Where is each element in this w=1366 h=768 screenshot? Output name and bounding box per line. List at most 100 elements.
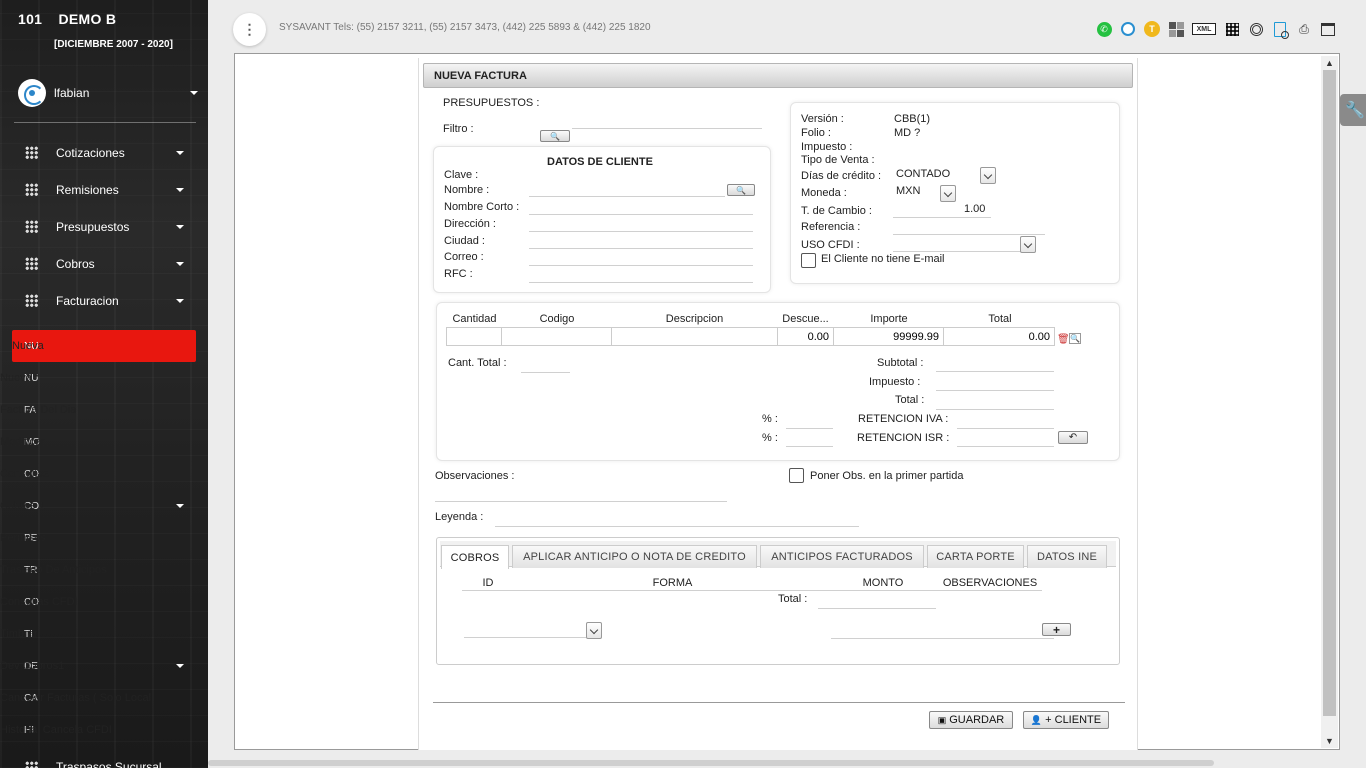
moneda-select[interactable]: MXN — [893, 184, 941, 200]
sidebar-item-presupuestos[interactable]: Presupuestos — [0, 208, 208, 245]
chevron-down-icon[interactable] — [940, 185, 956, 202]
observaciones-input[interactable] — [435, 501, 727, 502]
filtro-search-button[interactable]: 🔍 — [540, 130, 570, 142]
qr-icon[interactable] — [1220, 19, 1244, 39]
nombre-corto-input[interactable] — [529, 214, 753, 215]
impuesto-value — [936, 390, 1054, 391]
no-email-checkbox[interactable] — [801, 253, 816, 268]
version-label: Versión : — [801, 113, 844, 125]
add-cobro-button[interactable]: + — [1042, 623, 1071, 637]
direccion-input[interactable] — [529, 231, 753, 232]
horizontal-scrollbar[interactable] — [208, 760, 1214, 766]
guardar-label: GUARDAR — [949, 714, 1005, 726]
sidebar-item-cobros[interactable]: Cobros — [0, 245, 208, 282]
submenu-item-permisos[interactable]: PE Permisos — [0, 522, 208, 554]
rfc-input[interactable] — [529, 282, 753, 283]
referencia-input[interactable] — [893, 234, 1045, 235]
more-vert-icon[interactable]: ⋮ — [233, 13, 266, 46]
submenu-item-nueva-star[interactable]: NU Nueva * — [0, 362, 208, 394]
pct-isr-input[interactable] — [786, 446, 833, 447]
toolbar: ✆ T XML ⎙ — [1092, 19, 1340, 39]
sidebar-item-traspasos[interactable]: Traspasos Sucursal — [0, 752, 208, 768]
submenu-label: Dev Cobros1 — [0, 660, 65, 672]
chevron-down-icon — [176, 150, 184, 155]
scroll-thumb[interactable] — [1323, 70, 1336, 716]
nombre-search-button[interactable]: 🔍 — [727, 184, 755, 196]
dias-credito-select[interactable]: CONTADO — [893, 167, 981, 183]
cobro-observaciones-input[interactable] — [831, 638, 1054, 639]
xml-icon-label: XML — [1192, 23, 1216, 35]
item-cantidad-input[interactable] — [446, 327, 502, 346]
submenu-item-timbrar[interactable]: TI Timbrar — [0, 618, 208, 650]
add-cliente-button[interactable]: 👤 + CLIENTE — [1023, 711, 1109, 729]
forma-pago-select[interactable] — [464, 637, 586, 638]
uso-cfdi-select[interactable] — [893, 251, 1021, 252]
uso-cfdi-label: USO CFDI : — [801, 239, 860, 251]
xml-icon[interactable]: XML — [1188, 19, 1220, 39]
chevron-down-icon[interactable] — [586, 622, 602, 639]
chevron-up-icon[interactable]: ▲ — [1325, 58, 1334, 68]
moneda-label: Moneda : — [801, 187, 847, 199]
submenu-item-nueva[interactable]: NU Nueva — [12, 330, 196, 362]
chevron-down-icon[interactable] — [980, 167, 996, 184]
t-icon[interactable]: T — [1140, 19, 1164, 39]
target-icon[interactable] — [1244, 19, 1268, 39]
item-total-input[interactable]: 0.00 — [943, 327, 1055, 346]
submenu-item-cancelar-facturas[interactable]: CA Cancelar Facturas ( Solo Local — [0, 682, 208, 714]
vertical-scrollbar[interactable]: ▲ ▼ — [1321, 56, 1338, 748]
submenu-label: Traslado De Anticipos — [0, 564, 107, 576]
observaciones-label: Observaciones : — [435, 470, 515, 482]
search-icon[interactable]: 🔍 — [1069, 333, 1081, 344]
poner-obs-checkbox[interactable] — [789, 468, 804, 483]
printer-icon[interactable]: ⎙ — [1292, 19, 1316, 39]
tcambio-label: T. de Cambio : — [801, 205, 872, 217]
chevron-down-icon[interactable]: ▼ — [1325, 736, 1334, 746]
submenu-item-consultas-cfdi[interactable]: CO Consultas CFDI — [0, 586, 208, 618]
undo-button[interactable]: ↶ — [1058, 431, 1088, 444]
chevron-down-icon[interactable] — [1020, 236, 1036, 253]
cobros-col-monto: MONTO — [862, 577, 904, 589]
doc-search-icon[interactable] — [1268, 19, 1292, 39]
tab-anticipos-facturados[interactable]: ANTICIPOS FACTURADOS — [760, 545, 924, 568]
support-bot-icon[interactable] — [1116, 19, 1140, 39]
tab-datos-ine[interactable]: DATOS INE — [1027, 545, 1107, 568]
sidebar-item-cotizaciones[interactable]: Cotizaciones — [0, 134, 208, 171]
guardar-button[interactable]: ▣ GUARDAR — [929, 711, 1013, 729]
submenu-item-consultas[interactable]: CO Consultas — [0, 458, 208, 490]
submenu-item-cobros-1[interactable]: CO Cobros 1 — [0, 490, 208, 522]
window-icon[interactable] — [1316, 19, 1340, 39]
trash-icon[interactable]: 🗑 — [1057, 334, 1070, 345]
submenu-item-modificar[interactable]: MO Modificar — [0, 426, 208, 458]
cant-total-label: Cant. Total : — [448, 357, 507, 369]
submenu-item-traslado-anticipos[interactable]: TR Traslado De Anticipos — [0, 554, 208, 586]
impuesto-label: Impuesto : — [801, 141, 853, 153]
correo-input[interactable] — [529, 265, 753, 266]
tiles-icon[interactable] — [1164, 19, 1188, 39]
leyenda-input[interactable] — [495, 526, 859, 527]
nombre-input[interactable] — [529, 196, 725, 197]
tcambio-value[interactable]: 1.00 — [964, 203, 985, 215]
grid-icon — [25, 294, 38, 307]
sidebar-item-facturacion[interactable]: Facturacion — [0, 282, 208, 319]
chevron-down-icon — [176, 224, 184, 229]
tab-cobros[interactable]: COBROS — [441, 545, 509, 569]
submenu-item-factura-del-dia[interactable]: FA Factura Del Dia — [0, 394, 208, 426]
wrench-icon[interactable]: 🔧 — [1340, 94, 1366, 126]
item-descuento-input[interactable]: 0.00 — [777, 327, 834, 346]
submenu-item-dev-cobros1[interactable]: DE Dev Cobros1 — [0, 650, 208, 682]
whatsapp-icon[interactable]: ✆ — [1092, 19, 1116, 39]
item-descripcion-input[interactable] — [611, 327, 778, 346]
filtro-input[interactable] — [572, 128, 762, 129]
item-importe-input[interactable]: 99999.99 — [833, 327, 944, 346]
cobros-header-line — [462, 590, 1042, 591]
panel-title: NUEVA FACTURA — [423, 63, 1133, 88]
submenu-item-historial-cancela[interactable]: HI Historial Cancela CFDI — [0, 714, 208, 746]
user-menu[interactable]: lfabian — [18, 79, 198, 107]
tab-aplicar-anticipo[interactable]: APLICAR ANTICIPO O NOTA DE CREDITO — [512, 545, 757, 568]
tcambio-input[interactable] — [893, 217, 991, 218]
ciudad-input[interactable] — [529, 248, 753, 249]
item-codigo-input[interactable] — [501, 327, 612, 346]
pct-iva-input[interactable] — [786, 428, 833, 429]
sidebar-item-remisiones[interactable]: Remisiones — [0, 171, 208, 208]
tab-carta-porte[interactable]: CARTA PORTE — [927, 545, 1024, 568]
